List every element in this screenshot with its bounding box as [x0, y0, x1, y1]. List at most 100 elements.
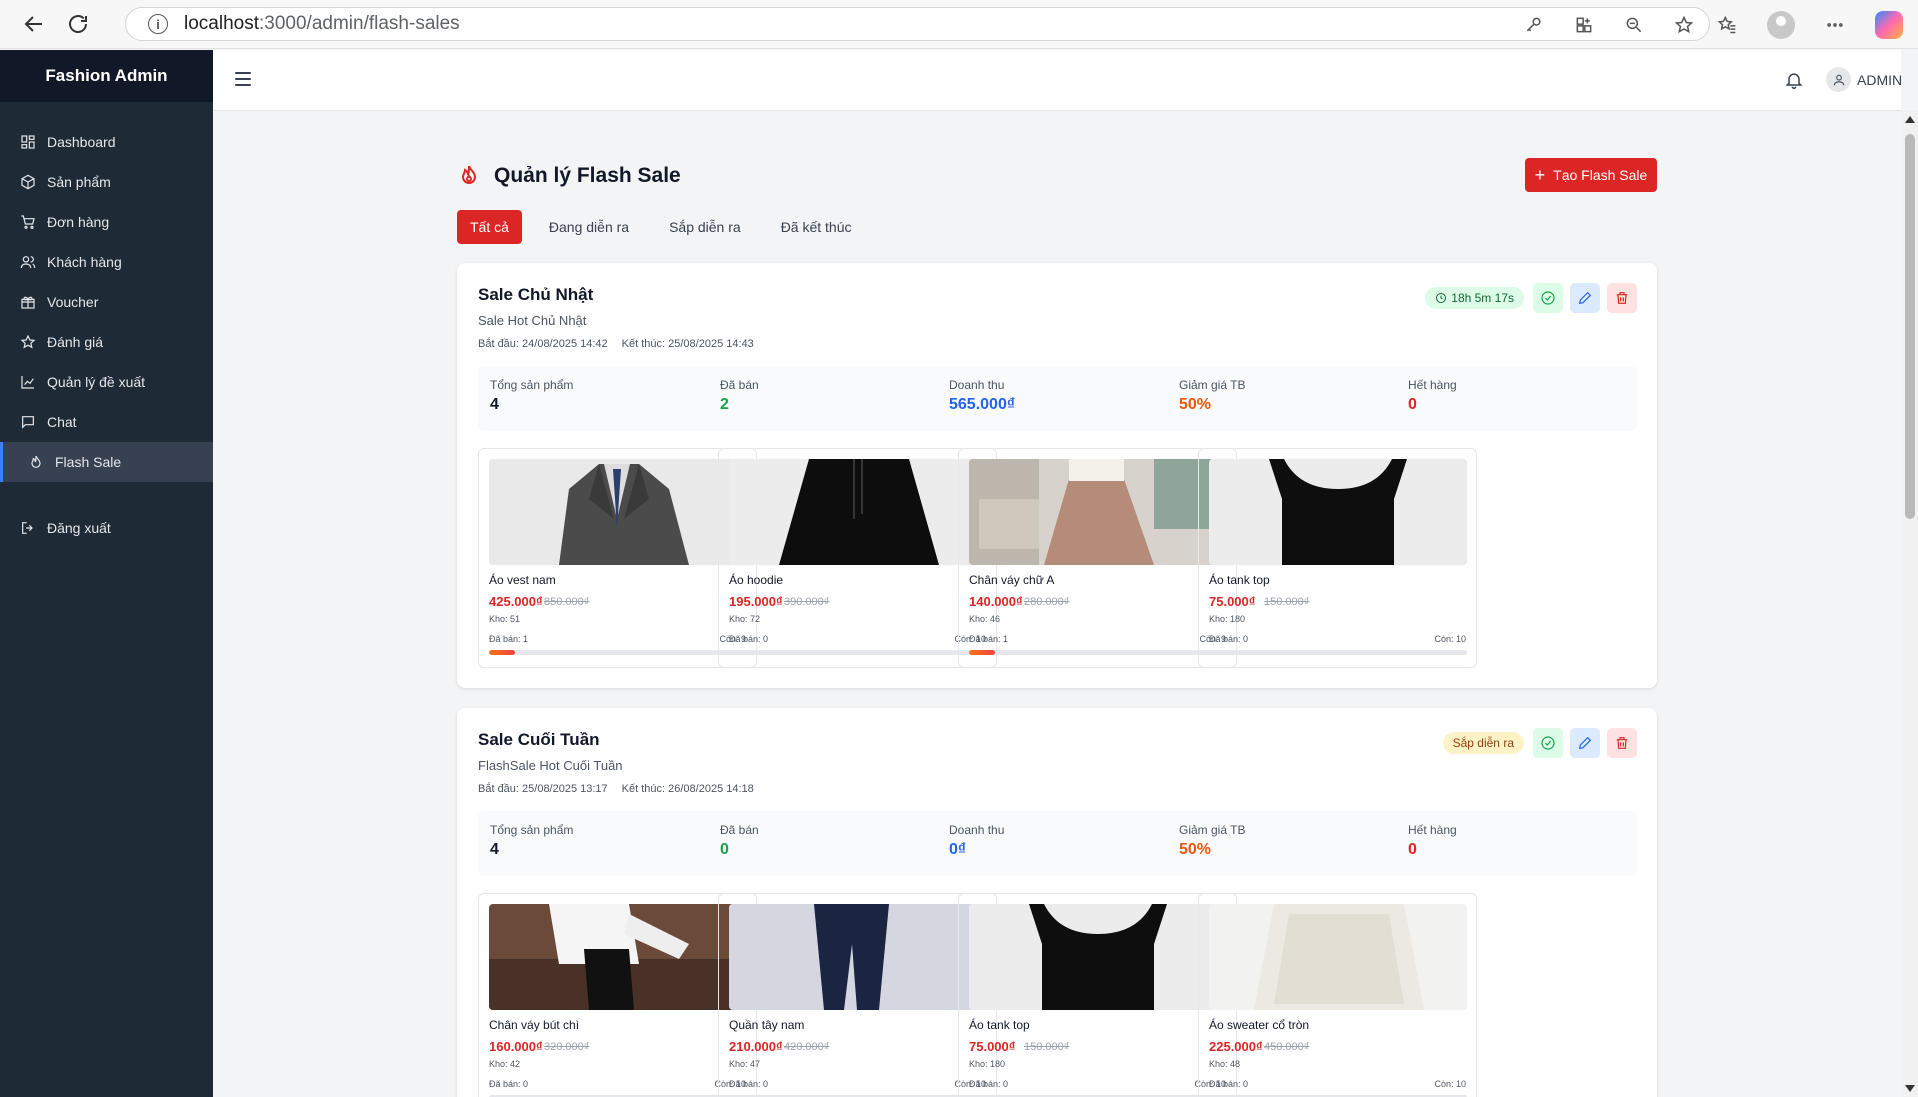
stat-label: Hết hàng	[1408, 378, 1457, 392]
user-avatar-icon[interactable]	[1826, 67, 1851, 92]
sidebar-item-label: Đăng xuất	[47, 520, 111, 536]
sale-title: Sale Cuối Tuần	[478, 730, 600, 749]
product-sold: Đã bán: 0	[489, 1079, 529, 1089]
delete-button[interactable]	[1607, 728, 1637, 758]
product-stock: Kho: 51	[489, 614, 521, 624]
stat-label: Tổng sản phẩm	[490, 378, 574, 392]
scroll-up-arrow-icon[interactable]	[1905, 116, 1915, 123]
stat-total-products: Tổng sản phẩm 4	[490, 378, 573, 414]
product-stock: Kho: 46	[969, 614, 1001, 624]
scroll-down-arrow-icon[interactable]	[1905, 1085, 1915, 1092]
edit-button[interactable]	[1570, 728, 1600, 758]
gift-icon	[21, 296, 35, 309]
page-title: Quản lý Flash Sale	[494, 164, 681, 187]
notification-bell-icon[interactable]	[1784, 70, 1804, 90]
product-card[interactable]: Áo tank top 75.000₫ 150.000₫ Kho: 180 Đã…	[1198, 448, 1477, 668]
edit-button[interactable]	[1570, 283, 1600, 313]
product-image	[729, 459, 987, 565]
product-sold: Đã bán: 0	[1209, 1079, 1249, 1089]
favorite-star-icon[interactable]	[1671, 12, 1697, 38]
star-icon	[20, 334, 36, 349]
more-icon[interactable]	[1820, 10, 1850, 40]
sidebar-item-label: Quản lý đề xuất	[47, 374, 146, 390]
stat-value: 4	[490, 841, 499, 858]
product-sale-price: 425.000₫	[489, 594, 543, 609]
product-sale-price: 210.000₫	[729, 1039, 783, 1054]
stat-sold: Đã bán 2	[720, 378, 759, 414]
sale-start: Bắt đầu: 24/08/2025 14:42	[478, 338, 608, 350]
product-stock: Kho: 48	[1209, 1059, 1241, 1069]
scroll-thumb[interactable]	[1905, 134, 1915, 519]
site-info-icon[interactable]: i	[148, 14, 168, 34]
copilot-icon[interactable]	[1874, 10, 1904, 40]
chart-icon	[21, 376, 34, 389]
topbar: ADMIN	[213, 50, 1902, 111]
delete-button[interactable]	[1607, 283, 1637, 313]
sold-progress-bar	[729, 650, 987, 655]
product-card[interactable]: Chân váy bút chì 160.000₫ 320.000₫ Kho: …	[478, 893, 757, 1097]
sidebar-item-flash-sale[interactable]: Flash Sale	[0, 442, 213, 482]
sidebar-item-chat[interactable]: Chat	[0, 402, 213, 442]
reload-icon[interactable]	[56, 2, 100, 46]
product-card[interactable]: Chân váy chữ A 140.000₫ 280.000₫ Kho: 46…	[958, 448, 1237, 668]
sidebar-item-products[interactable]: Sản phẩm	[0, 162, 213, 202]
apps-icon[interactable]	[1571, 12, 1597, 38]
sidebar-item-label: Flash Sale	[55, 454, 122, 470]
product-card[interactable]: Áo tank top 75.000₫ 150.000₫ Kho: 180 Đã…	[958, 893, 1237, 1097]
tab-ended[interactable]: Đã kết thúc	[768, 210, 865, 244]
product-card[interactable]: Áo hoodie 195.000₫ 390.000₫ Kho: 72 Đã b…	[718, 448, 997, 668]
flash-sale-card: Sale Cuối Tuần FlashSale Hot Cuối Tuần B…	[457, 708, 1657, 1097]
product-name: Quần tây nam	[729, 1018, 805, 1032]
sale-end: Kết thúc: 25/08/2025 14:43	[621, 338, 754, 350]
sidebar: Fashion Admin Dashboard Sản phẩm Đơn hàn…	[0, 50, 213, 1097]
product-original-price: 150.000₫	[1264, 596, 1310, 608]
sale-subtitle: Sale Hot Chủ Nhật	[478, 313, 587, 328]
sold-progress-fill	[969, 650, 995, 655]
sidebar-item-voucher[interactable]: Voucher	[0, 282, 213, 322]
zoom-icon[interactable]	[1621, 12, 1647, 38]
tab-upcoming[interactable]: Sắp diễn ra	[656, 210, 754, 244]
product-sold: Đã bán: 0	[1209, 634, 1249, 644]
stat-value: 4	[490, 396, 499, 413]
favorites-list-icon[interactable]	[1712, 10, 1742, 40]
product-card[interactable]: Áo sweater cổ tròn 225.000₫ 450.000₫ Kho…	[1198, 893, 1477, 1097]
flash-sale-card: Sale Chủ Nhật Sale Hot Chủ Nhật Bắt đầu:…	[457, 263, 1657, 688]
profile-icon[interactable]	[1766, 10, 1796, 40]
stat-value: 565.000₫	[949, 396, 1016, 413]
box-icon	[21, 174, 35, 190]
address-bar[interactable]: i localhost:3000/admin/flash-sales	[125, 7, 1710, 41]
product-card[interactable]: Áo vest nam 425.000₫ 850.000₫ Kho: 51 Đã…	[478, 448, 757, 668]
tab-ongoing[interactable]: Đang diễn ra	[536, 210, 642, 244]
product-original-price: 280.000₫	[1024, 596, 1070, 608]
sidebar-item-reviews[interactable]: Đánh giá	[0, 322, 213, 362]
activate-button[interactable]	[1533, 728, 1563, 758]
url-text[interactable]: localhost:3000/admin/flash-sales	[184, 13, 460, 35]
product-card[interactable]: Quần tây nam 210.000₫ 420.000₫ Kho: 47 Đ…	[718, 893, 997, 1097]
product-stock: Kho: 47	[729, 1059, 761, 1069]
key-icon[interactable]	[1521, 12, 1547, 38]
product-sold: Đã bán: 0	[969, 1079, 1009, 1089]
sale-dates: Bắt đầu: 25/08/2025 13:17 Kết thúc: 26/08…	[478, 783, 754, 795]
sale-actions: Sắp diễn ra	[1442, 728, 1637, 758]
user-name[interactable]: ADMIN	[1857, 72, 1902, 88]
sold-progress-fill	[489, 650, 515, 655]
tab-all[interactable]: Tất cả	[457, 210, 522, 244]
sidebar-item-orders[interactable]: Đơn hàng	[0, 202, 213, 242]
sidebar-item-label: Đơn hàng	[47, 214, 110, 230]
product-sale-price: 75.000₫	[1209, 594, 1256, 609]
create-button-label: Tạo Flash Sale	[1553, 167, 1648, 183]
activate-button[interactable]	[1533, 283, 1563, 313]
page-scrollbar[interactable]	[1902, 111, 1918, 1097]
sidebar-item-label: Voucher	[47, 294, 99, 310]
sidebar-item-logout[interactable]: Đăng xuất	[0, 508, 213, 548]
sidebar-item-recommendations[interactable]: Quản lý đề xuất	[0, 362, 213, 402]
chat-icon	[22, 416, 34, 429]
product-name: Áo vest nam	[489, 573, 556, 587]
sidebar-item-customers[interactable]: Khách hàng	[0, 242, 213, 282]
sale-products: Áo vest nam 425.000₫ 850.000₫ Kho: 51 Đã…	[478, 448, 1637, 668]
create-flash-sale-button[interactable]: + Tạo Flash Sale	[1525, 158, 1657, 192]
menu-toggle-icon[interactable]	[235, 72, 251, 86]
sidebar-item-dashboard[interactable]: Dashboard	[0, 122, 213, 162]
back-icon[interactable]	[12, 2, 56, 46]
product-image	[729, 904, 987, 1010]
